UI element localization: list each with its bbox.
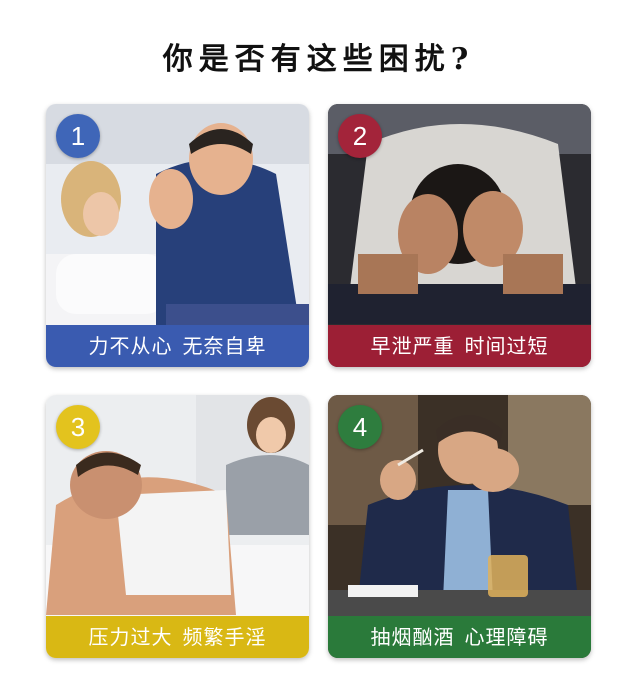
caption-left-text: 压力过大 — [88, 625, 173, 649]
caption-right-text: 频繁手淫 — [182, 625, 267, 649]
card-number-badge: 3 — [56, 405, 100, 449]
problem-card-4: 4 抽烟酗酒 心理障碍 — [328, 395, 591, 658]
card-caption: 力不从心 无奈自卑 — [46, 325, 309, 367]
card-caption: 压力过大 频繁手淫 — [46, 616, 309, 658]
caption-left-text: 早泄严重 — [370, 334, 455, 358]
problem-card-2: 2 早泄严重 时间过短 — [328, 104, 591, 367]
problem-card-3: 3 压力过大 频繁手淫 — [46, 395, 309, 658]
caption-left-text: 力不从心 — [88, 334, 173, 358]
card-caption: 抽烟酗酒 心理障碍 — [328, 616, 591, 658]
page-title: 你是否有这些困扰? — [162, 42, 475, 77]
card-number-badge: 2 — [338, 114, 382, 158]
card-number-badge: 4 — [338, 405, 382, 449]
caption-right-text: 时间过短 — [464, 334, 549, 358]
caption-left-text: 抽烟酗酒 — [370, 625, 455, 649]
caption-right-text: 心理障碍 — [464, 625, 549, 649]
card-number-badge: 1 — [56, 114, 100, 158]
card-caption: 早泄严重 时间过短 — [328, 325, 591, 367]
caption-right-text: 无奈自卑 — [182, 334, 267, 358]
problem-card-1: 1 力不从心 无奈自卑 — [46, 104, 309, 367]
